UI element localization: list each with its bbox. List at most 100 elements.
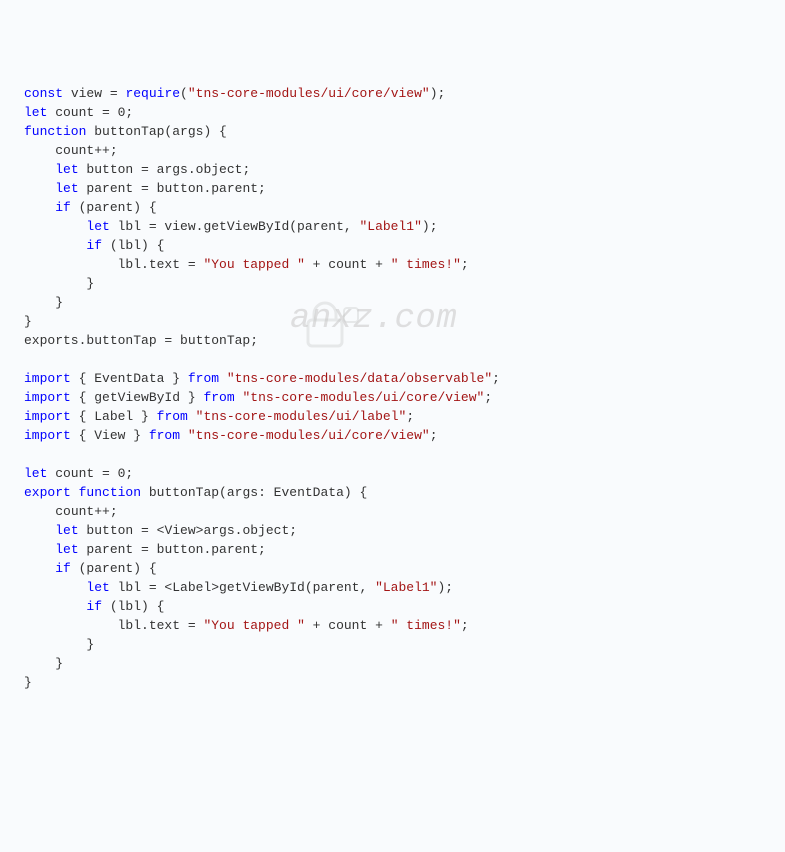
code-line: if (lbl) { bbox=[4, 597, 781, 616]
string-token: "Label1" bbox=[359, 219, 421, 234]
keyword-token: function bbox=[79, 485, 141, 500]
code-line: let count = 0; bbox=[4, 464, 781, 483]
code-line: let lbl = <Label>getViewById(parent, "La… bbox=[4, 578, 781, 597]
code-line: if (parent) { bbox=[4, 198, 781, 217]
code-token bbox=[71, 485, 79, 500]
keyword-token: from bbox=[188, 371, 219, 386]
code-token: { EventData } bbox=[71, 371, 188, 386]
code-line: lbl.text = "You tapped " + count + " tim… bbox=[4, 255, 781, 274]
code-token: ); bbox=[422, 219, 438, 234]
code-token: ; bbox=[430, 428, 438, 443]
code-line bbox=[4, 445, 781, 464]
keyword-token: let bbox=[55, 181, 78, 196]
code-line: let count = 0; bbox=[4, 103, 781, 122]
code-line: lbl.text = "You tapped " + count + " tim… bbox=[4, 616, 781, 635]
string-token: "tns-core-modules/ui/core/view" bbox=[242, 390, 484, 405]
code-token: exports.buttonTap = buttonTap; bbox=[24, 333, 258, 348]
code-token: button = <View>args.object; bbox=[79, 523, 297, 538]
code-line bbox=[4, 350, 781, 369]
code-line: let parent = button.parent; bbox=[4, 540, 781, 559]
keyword-token: let bbox=[55, 542, 78, 557]
code-line: import { Label } from "tns-core-modules/… bbox=[4, 407, 781, 426]
keyword-token: const bbox=[24, 86, 63, 101]
code-token: buttonTap(args: EventData) { bbox=[141, 485, 367, 500]
code-line: count++; bbox=[4, 141, 781, 160]
code-line: let button = <View>args.object; bbox=[4, 521, 781, 540]
keyword-token: if bbox=[55, 200, 71, 215]
code-line: exports.buttonTap = buttonTap; bbox=[4, 331, 781, 350]
code-token: lbl = view.getViewById(parent, bbox=[110, 219, 360, 234]
code-token: ( bbox=[180, 86, 188, 101]
code-token bbox=[219, 371, 227, 386]
code-token: buttonTap(args) { bbox=[86, 124, 226, 139]
code-token: ); bbox=[438, 580, 454, 595]
code-token: ; bbox=[406, 409, 414, 424]
code-line: let parent = button.parent; bbox=[4, 179, 781, 198]
string-token: "tns-core-modules/ui/core/view" bbox=[188, 86, 430, 101]
code-block: const view = require("tns-core-modules/u… bbox=[4, 84, 781, 692]
keyword-token: let bbox=[55, 523, 78, 538]
code-token: { Label } bbox=[71, 409, 157, 424]
code-line: import { EventData } from "tns-core-modu… bbox=[4, 369, 781, 388]
keyword-token: from bbox=[203, 390, 234, 405]
code-token: (parent) { bbox=[71, 200, 157, 215]
code-line: } bbox=[4, 654, 781, 673]
keyword-token: let bbox=[55, 162, 78, 177]
code-token: ); bbox=[430, 86, 446, 101]
code-line: } bbox=[4, 274, 781, 293]
keyword-token: function bbox=[24, 124, 86, 139]
string-token: "tns-core-modules/ui/label" bbox=[196, 409, 407, 424]
code-line: export function buttonTap(args: EventDat… bbox=[4, 483, 781, 502]
keyword-token: from bbox=[149, 428, 180, 443]
keyword-token: let bbox=[24, 466, 47, 481]
code-token: count = 0; bbox=[47, 466, 133, 481]
code-line: } bbox=[4, 635, 781, 654]
code-line: count++; bbox=[4, 502, 781, 521]
code-token: count++; bbox=[55, 143, 117, 158]
string-token: " times!" bbox=[391, 257, 461, 272]
keyword-token: from bbox=[157, 409, 188, 424]
code-token: lbl.text = bbox=[118, 618, 204, 633]
keyword-token: import bbox=[24, 428, 71, 443]
code-line: let lbl = view.getViewById(parent, "Labe… bbox=[4, 217, 781, 236]
code-token: } bbox=[86, 276, 94, 291]
code-token: parent = button.parent; bbox=[79, 181, 266, 196]
code-token: { View } bbox=[71, 428, 149, 443]
code-token: count++; bbox=[55, 504, 117, 519]
code-line: } bbox=[4, 673, 781, 692]
keyword-token: require bbox=[125, 86, 180, 101]
code-token: ; bbox=[461, 618, 469, 633]
code-token: ; bbox=[484, 390, 492, 405]
code-line: function buttonTap(args) { bbox=[4, 122, 781, 141]
code-token: (lbl) { bbox=[102, 599, 164, 614]
code-token: } bbox=[24, 675, 32, 690]
code-token: + count + bbox=[305, 257, 391, 272]
code-token: } bbox=[24, 314, 32, 329]
string-token: "Label1" bbox=[375, 580, 437, 595]
code-token bbox=[180, 428, 188, 443]
string-token: " times!" bbox=[391, 618, 461, 633]
code-line: if (lbl) { bbox=[4, 236, 781, 255]
keyword-token: export bbox=[24, 485, 71, 500]
string-token: "tns-core-modules/data/observable" bbox=[227, 371, 492, 386]
string-token: "tns-core-modules/ui/core/view" bbox=[188, 428, 430, 443]
string-token: "You tapped " bbox=[203, 618, 304, 633]
keyword-token: if bbox=[86, 238, 102, 253]
keyword-token: if bbox=[86, 599, 102, 614]
code-token: button = args.object; bbox=[79, 162, 251, 177]
code-line: const view = require("tns-core-modules/u… bbox=[4, 84, 781, 103]
code-line: if (parent) { bbox=[4, 559, 781, 578]
code-token: (lbl) { bbox=[102, 238, 164, 253]
keyword-token: let bbox=[24, 105, 47, 120]
keyword-token: if bbox=[55, 561, 71, 576]
code-token: + count + bbox=[305, 618, 391, 633]
keyword-token: import bbox=[24, 409, 71, 424]
code-token: ; bbox=[461, 257, 469, 272]
keyword-token: let bbox=[86, 580, 109, 595]
keyword-token: import bbox=[24, 390, 71, 405]
code-token: count = 0; bbox=[47, 105, 133, 120]
code-line: } bbox=[4, 312, 781, 331]
code-token: } bbox=[55, 656, 63, 671]
code-token: } bbox=[86, 637, 94, 652]
code-token: lbl.text = bbox=[118, 257, 204, 272]
